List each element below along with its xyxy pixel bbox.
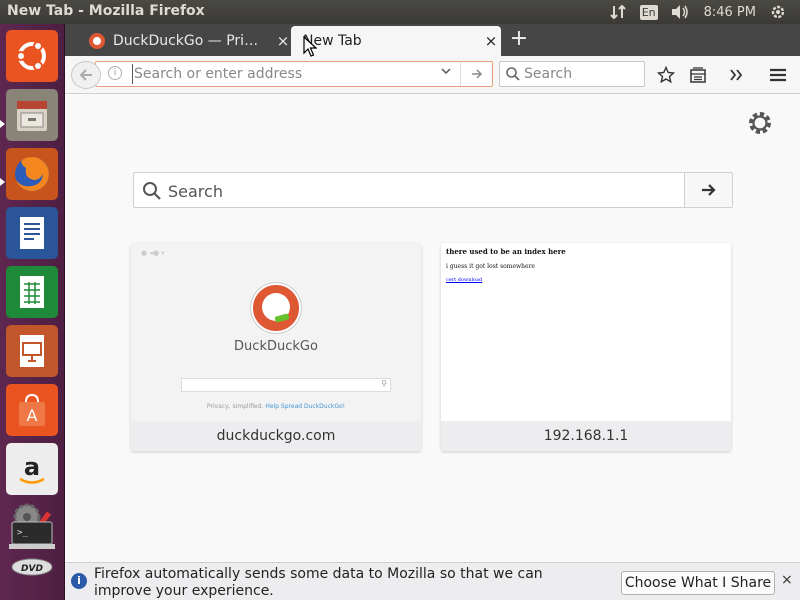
terminal-icon: >_	[9, 521, 55, 549]
tab-duckduckgo[interactable]: DuckDuckGo — Pri… ×	[79, 26, 293, 56]
ubuntu-logo-icon	[16, 41, 46, 71]
preview-link: cert download	[446, 277, 483, 283]
window-title: New Tab - Mozilla Firefox	[7, 3, 205, 19]
launcher-dvd[interactable]: DVD	[6, 554, 58, 580]
back-arrow-icon	[79, 69, 92, 81]
library-icon[interactable]	[686, 63, 710, 87]
tile-label: duckduckgo.com	[131, 421, 421, 451]
top-site-tile[interactable]: there used to be an index here i guess i…	[441, 243, 731, 451]
notification-close-button[interactable]: ×	[781, 572, 793, 588]
preview-toolbar-icons: ● ◂● ▾	[141, 249, 165, 257]
dvd-disc-icon: DVD	[11, 558, 53, 576]
url-bar[interactable]: i	[95, 61, 493, 87]
notification-bar: i Firefox automatically sends some data …	[65, 562, 800, 600]
tab-label: DuckDuckGo — Pri…	[113, 33, 259, 49]
tab-bar: DuckDuckGo — Pri… × New Tab × +	[65, 24, 800, 56]
clock[interactable]: 8:46 PM	[704, 5, 756, 20]
tile-preview: there used to be an index here i guess i…	[441, 243, 731, 421]
network-icon[interactable]	[609, 4, 626, 20]
firefox-window: DuckDuckGo — Pri… × New Tab × + i Search…	[65, 24, 800, 600]
launcher: A a >_ DVD	[0, 24, 65, 600]
preview-search-box: ⚲	[181, 378, 391, 392]
duckduckgo-favicon-icon	[89, 33, 105, 49]
new-tab-page: ● ◂● ▾ DuckDuckGo ⚲ Privacy, simplified.…	[65, 95, 800, 562]
preview-footer-link: Help Spread DuckDuckGo!	[265, 403, 346, 410]
dvd-label: DVD	[21, 564, 43, 574]
gear-icon[interactable]	[746, 109, 774, 137]
back-button[interactable]	[71, 61, 101, 89]
new-tab-button[interactable]: +	[507, 28, 531, 52]
newtab-search-box[interactable]	[133, 172, 733, 208]
bookmark-star-icon[interactable]	[654, 63, 678, 87]
newtab-search-input[interactable]	[168, 180, 668, 202]
launcher-files[interactable]	[6, 89, 58, 141]
launcher-libreoffice-calc[interactable]	[6, 266, 58, 318]
notification-message: Firefox automatically sends some data to…	[94, 566, 543, 599]
launcher-ubuntu-software[interactable]: A	[6, 384, 58, 436]
search-input[interactable]	[524, 64, 640, 84]
launcher-libreoffice-writer[interactable]	[6, 207, 58, 259]
nav-toolbar: i	[65, 56, 800, 94]
url-input[interactable]	[132, 64, 432, 84]
info-icon: i	[71, 573, 87, 589]
shopping-bag-icon: A	[19, 393, 45, 426]
duckduckgo-logo-icon	[251, 283, 301, 333]
tab-new-tab[interactable]: New Tab ×	[291, 26, 501, 56]
preview-footer-text: Privacy, simplified.	[206, 403, 264, 410]
launcher-firefox[interactable]	[6, 148, 58, 200]
tile-preview: ● ◂● ▾ DuckDuckGo ⚲ Privacy, simplified.…	[131, 243, 421, 421]
svg-text:A: A	[27, 406, 38, 425]
launcher-amazon[interactable]: a	[6, 443, 58, 495]
preview-text: i guess it got lost somewhere	[446, 263, 535, 270]
tab-label: New Tab	[303, 33, 362, 49]
keyboard-layout-indicator[interactable]: En	[639, 4, 658, 20]
search-icon	[505, 66, 521, 86]
top-site-tile[interactable]: ● ◂● ▾ DuckDuckGo ⚲ Privacy, simplified.…	[131, 243, 421, 451]
calc-spreadsheet-icon	[20, 276, 44, 308]
launcher-libreoffice-impress[interactable]	[6, 325, 58, 377]
running-indicator	[0, 120, 5, 128]
go-arrow-button[interactable]	[460, 62, 492, 86]
impress-presentation-icon	[20, 335, 44, 367]
search-icon	[142, 181, 162, 205]
preview-brand: DuckDuckGo	[234, 339, 318, 354]
preview-heading: there used to be an index here	[446, 247, 566, 256]
newtab-search-go-button[interactable]	[684, 173, 732, 207]
power-gear-icon[interactable]	[770, 4, 786, 20]
indicator-area: En 8:46 PM	[609, 0, 800, 24]
firefox-icon	[15, 157, 49, 191]
file-cabinet-icon	[17, 101, 47, 131]
choose-what-i-share-button[interactable]: Choose What I Share	[621, 571, 775, 595]
svg-text:a: a	[24, 453, 40, 481]
launcher-dash-home[interactable]	[6, 30, 58, 82]
amazon-icon: a	[19, 453, 45, 484]
writer-document-icon	[20, 217, 44, 249]
search-icon: ⚲	[381, 379, 387, 388]
tab-close-button[interactable]: ×	[481, 32, 501, 50]
overflow-chevron-icon[interactable]	[724, 63, 748, 87]
running-indicator	[0, 178, 5, 186]
site-info-icon[interactable]: i	[108, 66, 122, 80]
search-bar[interactable]	[499, 61, 645, 87]
hamburger-menu-icon[interactable]	[766, 63, 790, 87]
top-panel: New Tab - Mozilla Firefox En 8:46 PM	[0, 0, 800, 24]
tab-close-button[interactable]: ×	[273, 32, 293, 50]
volume-icon[interactable]	[670, 4, 690, 20]
launcher-terminal[interactable]: >_	[6, 518, 58, 552]
preview-footer: Privacy, simplified. Help Spread DuckDuc…	[131, 403, 421, 410]
chevron-down-icon[interactable]	[440, 65, 452, 80]
svg-text:>_: >_	[17, 528, 28, 538]
tile-label: 192.168.1.1	[441, 421, 731, 451]
